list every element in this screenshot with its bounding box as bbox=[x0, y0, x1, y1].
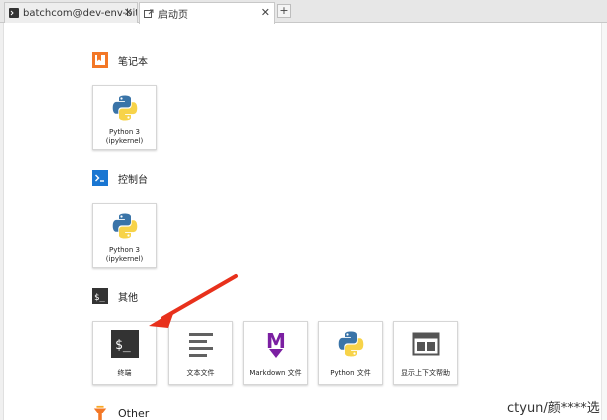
tab-label: 启动页 bbox=[158, 10, 188, 21]
card-label: Python 3 (ipykernel) bbox=[104, 128, 146, 146]
section-other-en: Other bbox=[92, 404, 149, 420]
section-title: 控制台 bbox=[118, 174, 148, 186]
launcher-card-text-file[interactable]: 文本文件 bbox=[168, 321, 233, 385]
watermark: ctyun/颜****选 bbox=[507, 401, 600, 416]
section-notebook: 笔记本 bbox=[92, 51, 148, 69]
launcher-card-terminal[interactable]: $_ 终端 bbox=[92, 321, 157, 385]
launcher-card-context-help[interactable]: 显示上下文帮助 bbox=[393, 321, 458, 385]
scrollbar[interactable] bbox=[601, 23, 607, 420]
svg-text:$_: $_ bbox=[94, 293, 105, 303]
launcher-card-console-python3[interactable]: Python 3 (ipykernel) bbox=[92, 203, 157, 268]
card-label: 终端 bbox=[117, 369, 132, 377]
launcher-card-markdown-file[interactable]: M Markdown 文件 bbox=[243, 321, 308, 385]
tab-terminal[interactable]: batchcom@dev-env-bitnet ✕ bbox=[4, 2, 138, 23]
add-tab-button[interactable]: + bbox=[277, 4, 291, 18]
card-label-line: (ipykernel) bbox=[105, 255, 144, 263]
card-label: Python 3 (ipykernel) bbox=[104, 246, 146, 264]
terminal-icon: $_ bbox=[109, 328, 141, 360]
python-icon bbox=[109, 92, 141, 124]
card-label-line: (ipykernel) bbox=[105, 137, 144, 145]
card-label: 文本文件 bbox=[186, 369, 215, 377]
section-title: 笔记本 bbox=[118, 56, 148, 68]
card-label-line: Python 3 bbox=[109, 128, 140, 136]
card-label-line: Python 3 bbox=[109, 246, 140, 254]
section-title: Other bbox=[118, 406, 150, 420]
notebook-icon bbox=[92, 52, 108, 68]
launcher-card-notebook-python3[interactable]: Python 3 (ipykernel) bbox=[92, 85, 157, 150]
card-label: Markdown 文件 bbox=[249, 369, 302, 377]
card-label: Python 文件 bbox=[330, 369, 371, 377]
launcher-icon bbox=[144, 9, 154, 19]
context-help-icon bbox=[410, 328, 442, 360]
terminal-icon: $_ bbox=[92, 288, 108, 304]
launcher-card-python-file[interactable]: Python 文件 bbox=[318, 321, 383, 385]
python-icon bbox=[335, 328, 367, 360]
text-file-icon bbox=[185, 328, 217, 360]
tab-label: batchcom@dev-env-bitnet bbox=[23, 7, 137, 19]
console-icon bbox=[92, 170, 108, 186]
section-title: 其他 bbox=[118, 292, 138, 304]
close-icon[interactable]: ✕ bbox=[261, 7, 270, 19]
close-icon[interactable]: ✕ bbox=[124, 7, 133, 19]
section-console: 控制台 bbox=[92, 169, 148, 187]
python-icon bbox=[109, 210, 141, 242]
tab-bar: batchcom@dev-env-bitnet ✕ 启动页 ✕ + bbox=[0, 0, 607, 24]
section-other: $_ 其他 bbox=[92, 287, 138, 305]
extension-icon bbox=[92, 405, 108, 420]
markdown-icon: M bbox=[260, 328, 292, 360]
card-label: 显示上下文帮助 bbox=[401, 369, 450, 377]
sidebar-edge bbox=[0, 23, 4, 420]
svg-text:$_: $_ bbox=[115, 338, 131, 353]
tab-launcher[interactable]: 启动页 ✕ bbox=[139, 2, 275, 24]
terminal-icon bbox=[9, 8, 19, 18]
